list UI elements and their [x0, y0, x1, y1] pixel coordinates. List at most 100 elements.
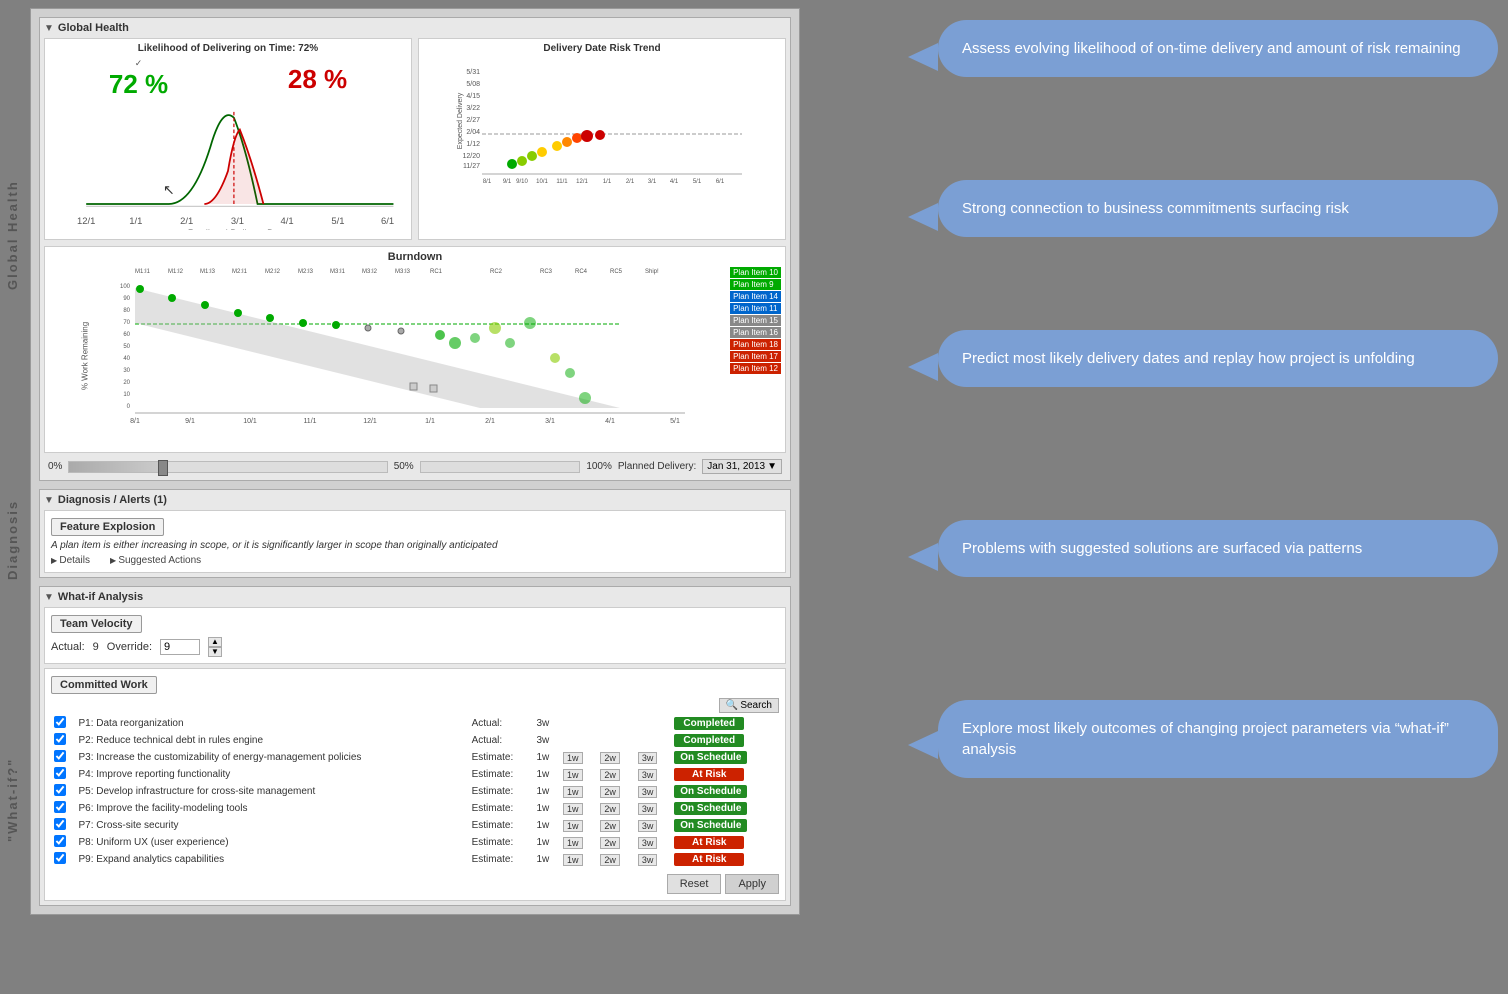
row-est: 1w	[533, 766, 559, 783]
svg-text:M1:I1: M1:I1	[135, 269, 151, 275]
svg-text:5/1: 5/1	[331, 216, 344, 227]
row-name: P5: Develop infrastructure for cross-sit…	[75, 783, 468, 800]
svg-text:M1:I2: M1:I2	[168, 269, 184, 275]
feature-desc: A plan item is either increasing in scop…	[51, 540, 779, 551]
svg-text:5/31: 5/31	[466, 69, 480, 76]
callout-4: Problems with suggested solutions are su…	[938, 520, 1498, 577]
row-checkbox[interactable]	[54, 818, 66, 830]
row-status: Completed	[671, 732, 779, 749]
week-btn[interactable]: 3w	[638, 752, 658, 764]
status-badge: On Schedule	[674, 785, 747, 798]
row-name: P6: Improve the facility-modeling tools	[75, 800, 468, 817]
row-checkbox[interactable]	[54, 733, 66, 745]
week-btn[interactable]: 1w	[563, 803, 583, 815]
week-btn[interactable]: 1w	[563, 769, 583, 781]
progress-bar-2[interactable]	[420, 461, 581, 473]
feature-explosion-box: Feature Explosion A plan item is either …	[44, 510, 786, 573]
table-row: P9: Expand analytics capabilitiesEstimat…	[51, 851, 779, 868]
progress-fifty: 50%	[394, 461, 414, 472]
row-checkbox[interactable]	[54, 784, 66, 796]
week-btn[interactable]: 2w	[600, 786, 620, 798]
week-btn[interactable]: 2w	[600, 752, 620, 764]
row-week-cell: 2w	[596, 834, 633, 851]
spinner-down-btn[interactable]: ▼	[208, 647, 222, 657]
week-btn[interactable]: 3w	[638, 786, 658, 798]
override-input[interactable]	[160, 639, 200, 655]
svg-text:4/1: 4/1	[281, 216, 294, 227]
week-btn[interactable]: 2w	[600, 854, 620, 866]
row-type: Actual:	[469, 715, 534, 732]
row-checkbox[interactable]	[54, 801, 66, 813]
callout-2-text: Strong connection to business commitment…	[962, 200, 1349, 217]
legend-item-7: Plan Item 18	[730, 339, 781, 350]
progress-thumb[interactable]	[158, 460, 168, 476]
week-btn[interactable]: 1w	[563, 786, 583, 798]
svg-text:6/1: 6/1	[716, 179, 725, 185]
week-btn[interactable]: 3w	[638, 837, 658, 849]
row-name: P9: Expand analytics capabilities	[75, 851, 468, 868]
row-type: Actual:	[469, 732, 534, 749]
week-btn[interactable]: 1w	[563, 820, 583, 832]
week-btn[interactable]: 1w	[563, 837, 583, 849]
row-est: 3w	[533, 715, 559, 732]
svg-text:10: 10	[123, 392, 130, 398]
table-row: P1: Data reorganizationActual:3wComplete…	[51, 715, 779, 732]
row-checkbox-cell	[51, 766, 75, 783]
expand-links: Details Suggested Actions	[51, 555, 779, 566]
row-checkbox[interactable]	[54, 716, 66, 728]
apply-button[interactable]: Apply	[725, 874, 779, 894]
row-name: P1: Data reorganization	[75, 715, 468, 732]
week-btn[interactable]: 2w	[600, 837, 620, 849]
likelihood-chart: Likelihood of Delivering on Time: 72% ✓ …	[44, 38, 412, 240]
progress-zero: 0%	[48, 461, 62, 472]
week-btn[interactable]: 3w	[638, 803, 658, 815]
delivery-date-btn[interactable]: Jan 31, 2013 ▼	[702, 459, 782, 474]
actions-link[interactable]: Suggested Actions	[110, 555, 201, 566]
week-btn[interactable]: 3w	[638, 769, 658, 781]
svg-text:50: 50	[123, 344, 130, 350]
row-week-cell	[634, 732, 671, 749]
svg-text:90: 90	[123, 296, 130, 302]
row-status: At Risk	[671, 766, 779, 783]
reset-button[interactable]: Reset	[667, 874, 722, 894]
row-checkbox[interactable]	[54, 767, 66, 779]
details-link[interactable]: Details	[51, 555, 90, 566]
row-checkbox[interactable]	[54, 750, 66, 762]
week-btn[interactable]: 3w	[638, 820, 658, 832]
progress-bar[interactable]	[68, 461, 387, 473]
week-btn[interactable]: 1w	[563, 854, 583, 866]
row-week-cell	[596, 715, 633, 732]
whatif-header: ▼ What-if Analysis	[44, 591, 786, 603]
row-week-cell: 3w	[634, 783, 671, 800]
search-btn[interactable]: 🔍 Search	[719, 698, 779, 713]
svg-text:2/1: 2/1	[626, 179, 635, 185]
row-week-cell: 1w	[559, 766, 596, 783]
global-health-title: Global Health	[58, 22, 129, 34]
week-btn[interactable]: 1w	[563, 752, 583, 764]
week-btn[interactable]: 2w	[600, 803, 620, 815]
likelihood-green-pct: 72 %	[109, 69, 168, 100]
legend-item-5: Plan Item 15	[730, 315, 781, 326]
row-checkbox-cell	[51, 715, 75, 732]
row-checkbox-cell	[51, 749, 75, 766]
svg-text:3/1: 3/1	[231, 216, 244, 227]
week-btn[interactable]: 2w	[600, 769, 620, 781]
svg-text:4/1: 4/1	[670, 179, 679, 185]
spinner-up-btn[interactable]: ▲	[208, 637, 222, 647]
collapse-arrow-whatif[interactable]: ▼	[44, 592, 54, 603]
collapse-arrow-diag[interactable]: ▼	[44, 495, 54, 506]
row-name: P7: Cross-site security	[75, 817, 468, 834]
likelihood-svg: 12/1 1/1 2/1 3/1 4/1 5/1 6/1 Predicted D…	[49, 100, 407, 230]
row-checkbox[interactable]	[54, 835, 66, 847]
row-checkbox[interactable]	[54, 852, 66, 864]
row-week-cell: 3w	[634, 851, 671, 868]
week-btn[interactable]: 2w	[600, 820, 620, 832]
status-badge: On Schedule	[674, 802, 747, 815]
collapse-arrow-gh[interactable]: ▼	[44, 23, 54, 34]
week-btn[interactable]: 3w	[638, 854, 658, 866]
row-week-cell	[559, 715, 596, 732]
svg-text:RC3: RC3	[540, 269, 553, 275]
svg-text:↖: ↖	[163, 183, 175, 199]
delivery-risk-title: Delivery Date Risk Trend	[423, 43, 781, 54]
svg-text:12/20: 12/20	[462, 153, 480, 160]
